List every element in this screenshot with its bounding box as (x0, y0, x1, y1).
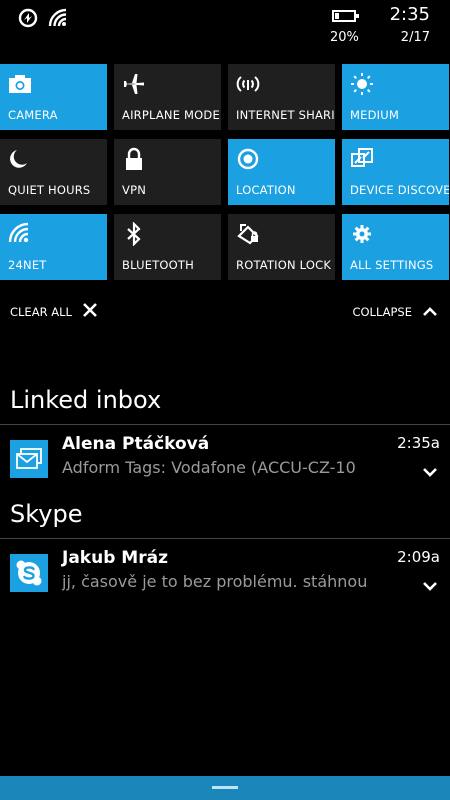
tile-label: 24NET (8, 258, 47, 272)
wifi-icon (8, 222, 32, 246)
tile-label: QUIET HOURS (8, 183, 91, 197)
tile-label: MEDIUM (350, 108, 399, 122)
rotation-lock-icon (236, 222, 260, 246)
chevron-down-icon[interactable] (422, 576, 438, 591)
group-divider (0, 424, 450, 425)
status-left-icons (18, 8, 68, 32)
clock: 2:35 (389, 4, 430, 25)
battery-percent: 20% (330, 30, 359, 45)
clear-all-label: CLEAR ALL (10, 305, 72, 319)
quick-action-location[interactable]: LOCATION (228, 139, 335, 205)
battery-icon (332, 10, 359, 22)
group-title-linked-inbox: Linked inbox (10, 386, 162, 414)
tile-label: INTERNET SHARIN (236, 108, 335, 122)
collapse-button[interactable]: COLLAPSE (352, 302, 438, 321)
notification-time: 2:09a (397, 548, 440, 566)
notification-item[interactable]: Jakub Mráz jj, časově je to bez problému… (0, 546, 450, 604)
quick-action-rotation-lock[interactable]: ROTATION LOCK (228, 214, 335, 280)
tile-label: DEVICE DISCOVERY (350, 183, 449, 197)
group-title-skype: Skype (10, 500, 83, 528)
close-icon (82, 302, 98, 322)
notification-time: 2:35a (397, 434, 440, 452)
location-icon (236, 147, 260, 171)
internet-sharing-icon (236, 72, 260, 96)
tile-label: VPN (122, 183, 147, 197)
skype-icon (10, 554, 48, 592)
camera-icon (8, 72, 32, 96)
quick-action-vpn[interactable]: VPN (114, 139, 221, 205)
tile-label: LOCATION (236, 183, 296, 197)
status-bar: 2:35 20% 2/17 (0, 0, 450, 52)
data-saver-icon (18, 8, 38, 32)
status-right: 2:35 20% 2/17 (330, 4, 430, 48)
notification-sender: Alena Ptáčková (62, 434, 210, 454)
lock-icon (122, 147, 146, 171)
quick-action-airplane-mode[interactable]: AIRPLANE MODE (114, 64, 221, 130)
notification-sender: Jakub Mráz (62, 548, 168, 568)
date: 2/17 (400, 30, 430, 45)
moon-icon (8, 147, 32, 171)
quick-action-internet-sharing[interactable]: INTERNET SHARIN (228, 64, 335, 130)
tile-label: CAMERA (8, 108, 58, 122)
device-discovery-icon (350, 147, 374, 171)
quick-action-brightness[interactable]: MEDIUM (342, 64, 449, 130)
tile-label: ROTATION LOCK (236, 258, 332, 272)
airplane-icon (122, 72, 146, 96)
quick-action-wifi[interactable]: 24NET (0, 214, 107, 280)
chevron-up-icon (422, 302, 438, 321)
action-center-handle[interactable] (0, 776, 450, 800)
bluetooth-icon (122, 221, 146, 247)
notification-item[interactable]: Alena Ptáčková Adform Tags: Vodafone (AC… (0, 432, 450, 490)
quick-action-all-settings[interactable]: ALL SETTINGS (342, 214, 449, 280)
group-divider (0, 538, 450, 539)
quick-action-device-discovery[interactable]: DEVICE DISCOVERY (342, 139, 449, 205)
notification-preview: jj, časově je to bez problému. stáhnou (62, 572, 368, 591)
action-bar: CLEAR ALL COLLAPSE (0, 298, 450, 326)
tile-label: AIRPLANE MODE (122, 108, 220, 122)
tile-label: ALL SETTINGS (350, 258, 434, 272)
quick-action-quiet-hours[interactable]: QUIET HOURS (0, 139, 107, 205)
clear-all-button[interactable]: CLEAR ALL (10, 302, 98, 322)
tile-label: BLUETOOTH (122, 258, 195, 272)
notification-preview: Adform Tags: Vodafone (ACCU-CZ-10 (62, 458, 356, 477)
battery-level-fill (335, 13, 339, 19)
wifi-signal-icon (48, 8, 68, 32)
drag-handle-icon (212, 786, 238, 789)
quick-action-camera[interactable]: CAMERA (0, 64, 107, 130)
collapse-label: COLLAPSE (352, 304, 412, 319)
mail-icon (10, 440, 48, 478)
chevron-down-icon[interactable] (422, 462, 438, 477)
gear-icon (350, 222, 374, 246)
brightness-icon (350, 72, 374, 96)
quick-action-bluetooth[interactable]: BLUETOOTH (114, 214, 221, 280)
